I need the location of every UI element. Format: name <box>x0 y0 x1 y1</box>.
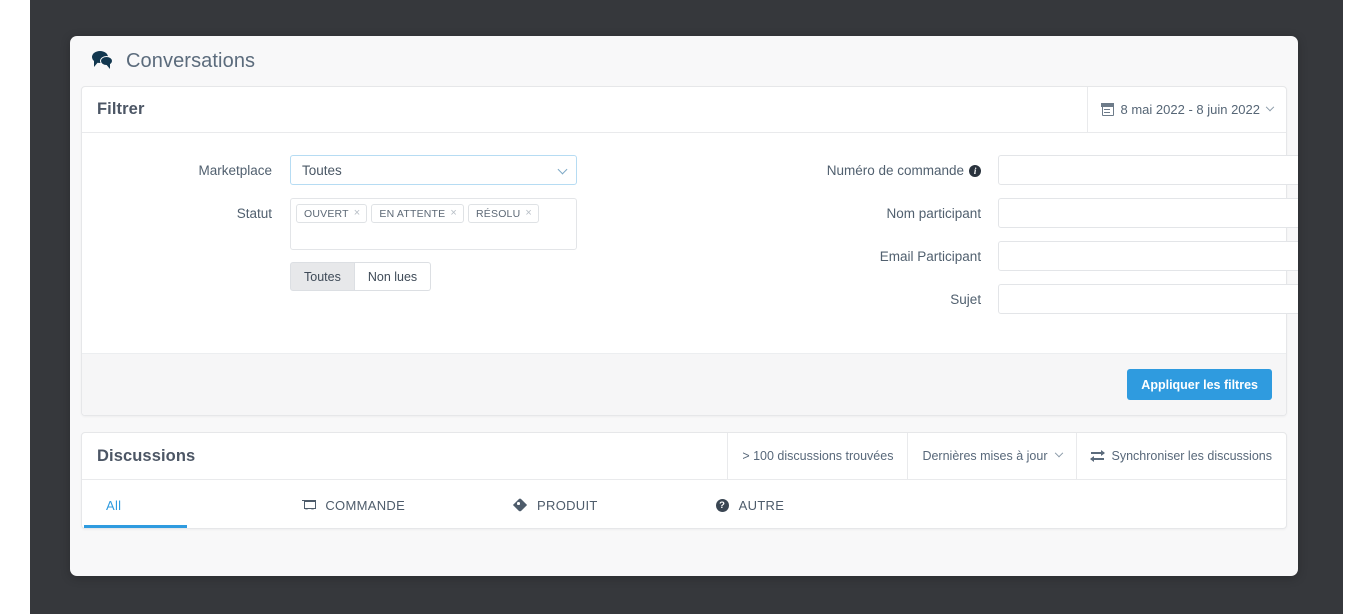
email-participant-label: Email Participant <box>879 249 982 264</box>
discussions-header: Discussions > 100 discussions trouvées D… <box>82 433 1286 480</box>
field-sujet: Sujet <box>708 284 1298 314</box>
tab-autre[interactable]: ? AUTRE <box>715 480 785 528</box>
statut-multiselect[interactable]: OUVERT × EN ATTENTE × RÉSOLU × <box>290 198 577 250</box>
numero-commande-label-text: Numéro de commande <box>826 163 965 178</box>
sync-discussions-button[interactable]: Synchroniser les discussions <box>1075 433 1287 479</box>
calendar-icon <box>1100 103 1115 116</box>
filter-form: Marketplace Toutes Statut OUVERT × EN AT… <box>82 133 1298 353</box>
nom-participant-input[interactable] <box>998 198 1298 228</box>
filter-panel: Filtrer 8 mai 2022 - 8 juin 2022 Marketp… <box>81 86 1298 416</box>
desktop-frame: Conversations Filtrer 8 mai 2022 - 8 jui… <box>30 0 1343 614</box>
tab-produit-label: PRODUIT <box>537 497 598 513</box>
sort-dropdown[interactable]: Dernières mises à jour <box>907 433 1075 479</box>
tab-produit[interactable]: PRODUIT <box>515 480 598 528</box>
statut-tag[interactable]: RÉSOLU × <box>468 204 540 223</box>
sort-label: Dernières mises à jour <box>922 449 1048 463</box>
sync-exchange-icon <box>1089 450 1105 462</box>
chat-bubbles-icon <box>92 51 114 71</box>
marketplace-select[interactable]: Toutes <box>290 155 577 185</box>
statut-tag-label: EN ATTENTE <box>379 207 446 220</box>
read-state-toggle: Toutes Non lues <box>290 262 432 291</box>
sync-label: Synchroniser les discussions <box>1111 449 1273 463</box>
discussions-count-label: > 100 discussions trouvées <box>742 449 894 463</box>
date-range-picker[interactable]: 8 mai 2022 - 8 juin 2022 <box>1086 87 1286 132</box>
marketplace-select-wrap: Toutes <box>290 155 577 185</box>
field-marketplace: Marketplace Toutes <box>82 155 708 185</box>
email-participant-input[interactable] <box>998 241 1298 271</box>
tab-commande[interactable]: COMMANDE <box>302 480 405 528</box>
field-email-participant: Email Participant <box>708 241 1298 271</box>
cart-icon <box>302 499 317 511</box>
chevron-down-icon <box>1054 448 1063 458</box>
filter-right-column: Numéro de commande i Nom participant Ema… <box>708 155 1298 327</box>
discussions-count: > 100 discussions trouvées <box>727 433 907 479</box>
numero-commande-label: Numéro de commande i <box>708 155 998 178</box>
filter-panel-header: Filtrer 8 mai 2022 - 8 juin 2022 <box>82 87 1286 133</box>
date-range-label: 8 mai 2022 - 8 juin 2022 <box>1120 102 1260 117</box>
marketplace-label: Marketplace <box>198 163 272 178</box>
page-header: Conversations <box>70 36 1298 86</box>
nom-participant-label: Nom participant <box>886 206 982 221</box>
discussions-title: Discussions <box>97 446 196 465</box>
tab-autre-label: AUTRE <box>738 497 785 513</box>
filter-panel-footer: Appliquer les filtres <box>82 353 1286 415</box>
tab-commande-label: COMMANDE <box>325 497 406 513</box>
remove-tag-icon[interactable]: × <box>354 208 361 219</box>
toggle-toutes[interactable]: Toutes <box>290 262 355 291</box>
filter-left-column: Marketplace Toutes Statut OUVERT × EN AT… <box>82 155 708 327</box>
page-title: Conversations <box>126 49 256 72</box>
sujet-input[interactable] <box>998 284 1298 314</box>
chevron-down-icon <box>1265 102 1275 111</box>
tab-all-label: All <box>106 497 122 513</box>
statut-tag[interactable]: EN ATTENTE × <box>371 204 464 223</box>
conversations-card: Conversations Filtrer 8 mai 2022 - 8 jui… <box>70 36 1298 576</box>
question-icon: ? <box>715 498 729 512</box>
sujet-label: Sujet <box>950 292 982 307</box>
field-statut: Statut OUVERT × EN ATTENTE × RÉSOLU × To… <box>82 198 708 291</box>
remove-tag-icon[interactable]: × <box>450 208 457 219</box>
remove-tag-icon[interactable]: × <box>525 208 532 219</box>
tag-icon <box>515 499 527 511</box>
discussions-panel: Discussions > 100 discussions trouvées D… <box>81 432 1287 529</box>
apply-filters-button[interactable]: Appliquer les filtres <box>1127 369 1272 400</box>
statut-label: Statut <box>236 206 272 221</box>
tab-all[interactable]: All <box>83 480 190 528</box>
toggle-non-lues[interactable]: Non lues <box>354 262 432 291</box>
statut-tag[interactable]: OUVERT × <box>296 204 368 223</box>
discussions-tabs: All COMMANDE PRODUIT ? AUTRE <box>82 480 1286 528</box>
numero-commande-input[interactable] <box>998 155 1298 185</box>
filter-panel-title: Filtrer <box>97 100 145 118</box>
field-numero-commande: Numéro de commande i <box>708 155 1298 185</box>
statut-tag-label: RÉSOLU <box>476 207 521 220</box>
statut-tag-label: OUVERT <box>304 207 349 220</box>
field-nom-participant: Nom participant <box>708 198 1298 228</box>
info-icon[interactable]: i <box>969 165 982 177</box>
